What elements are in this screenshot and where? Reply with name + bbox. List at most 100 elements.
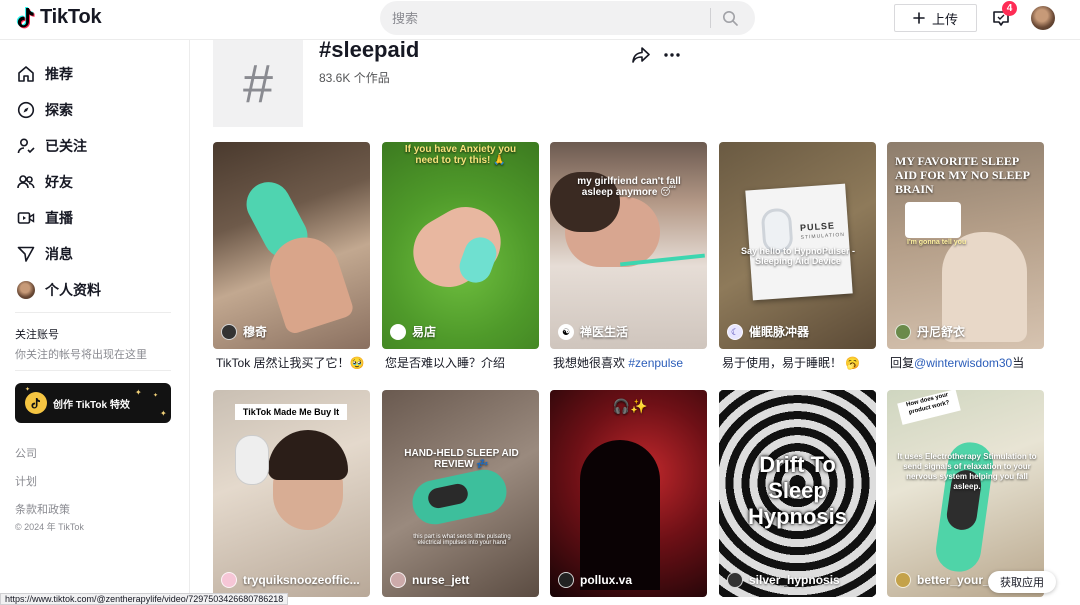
search-bar [380,1,755,35]
sidebar-item-friends[interactable]: 好友 [17,172,73,192]
hashtag-video-count: 83.6K 个作品 [319,71,390,85]
video-card[interactable]: my girlfriend can't fall asleep anymore … [550,142,707,349]
video-caption[interactable]: 易于使用，易于睡眠！ 🥱 [722,354,879,371]
user-avatar[interactable] [1031,6,1055,30]
more-options-button[interactable] [663,46,681,69]
video-thumbnail [382,390,539,597]
author-name: 丹尼舒衣 [917,325,966,339]
upload-label: 上传 [931,11,958,27]
video-caption[interactable]: 回复@winterwisdom30当 [890,354,1047,371]
sidebar-item-profile[interactable]: 个人资料 [17,280,101,300]
tiktok-logo-icon [16,6,35,28]
create-effects-button[interactable]: 创作 TikTok 特效 ✦ ✦ ✦ ✦ [15,383,171,423]
footer-link-company[interactable]: 公司 [15,445,37,461]
get-app-button[interactable]: 获取应用 [988,571,1056,593]
video-card[interactable]: How does your product work? It uses Elec… [887,390,1044,597]
video-author[interactable]: 易店 [390,323,436,340]
video-thumbnail [213,142,370,349]
sidebar-item-home[interactable]: 推荐 [17,64,73,84]
video-author[interactable]: tryquiksnoozeoffic... [221,572,360,588]
mention-link[interactable]: @winterwisdom30 [914,356,1012,370]
video-overlay-text: If you have Anxiety you need to try this… [404,144,517,166]
sidebar-item-label: 直播 [45,210,73,226]
status-bar-url: https://www.tiktok.com/@zentherapylife/v… [0,593,289,605]
video-card[interactable]: PULSE STIMULATION Say hello to HypnoPuls… [719,142,876,349]
video-overlay-text: my girlfriend can't fall asleep anymore … [577,176,681,198]
video-author[interactable]: ☯ 禅医生活 [558,323,628,340]
sidebar-item-live[interactable]: 直播 [17,208,73,228]
video-card[interactable]: MY FAVORITE SLEEP AID FOR MY NO SLEEP BR… [887,142,1044,349]
home-icon [18,66,34,82]
video-thumbnail [382,142,539,349]
video-thumbnail [213,390,370,597]
video-author[interactable]: ☾ 催眠脉冲器 [727,323,809,340]
friends-icon [17,175,35,189]
sidebar-divider [15,312,171,313]
sidebar-item-label: 个人资料 [45,282,101,298]
author-avatar [221,323,237,340]
sidebar-item-messages[interactable]: 消息 [17,244,73,264]
caption-text: 回复 [890,356,915,370]
inbox-button[interactable]: 4 [991,1,1017,30]
video-author[interactable]: nurse_jett [390,572,469,588]
video-author[interactable]: silver_hypnosis [727,572,840,588]
sidebar-item-label: 已关注 [45,138,87,154]
video-author[interactable]: 穆奇 [221,323,267,340]
hashtag-link[interactable]: #zenpulse [628,356,683,370]
box-brand: PULSE [799,220,836,233]
sparkle-icon: ✦ [153,393,159,399]
box-subtitle: STIMULATION [800,231,846,241]
search-input[interactable] [380,1,710,35]
video-overlay-text: It uses Electrotherapy Stimulation to se… [897,452,1037,491]
sidebar-item-explore[interactable]: 探索 [17,100,73,120]
follow-section-subtitle: 你关注的帐号将出现在这里 [15,349,147,361]
upload-button[interactable]: 上传 [894,4,977,32]
sparkle-icon: ✦ [25,387,31,393]
compass-icon [17,101,35,119]
caption-text: 当 [1012,356,1025,370]
video-card[interactable]: If you have Anxiety you need to try this… [382,142,539,349]
video-caption[interactable]: 我想她很喜欢 #zenpulse [553,354,710,371]
video-overlay-subtext: I'm gonna tell you [907,239,967,246]
author-avatar [895,323,911,340]
follow-section-title: 关注账号 [15,329,59,341]
footer-link-terms[interactable]: 条款和政策 [15,501,70,517]
video-overlay-text: Drift To Sleep Hypnosis [747,452,848,529]
hashtag-page: # #sleepaid 83.6K 个作品 穆奇 TikTok 居然让我买了它！… [190,37,1080,605]
share-button[interactable] [631,46,651,69]
video-caption[interactable]: TikTok 居然让我买了它！🥹 [216,354,373,371]
video-author[interactable]: better_your_l [895,572,993,588]
video-author[interactable]: 丹尼舒衣 [895,323,965,340]
footer-link-program[interactable]: 计划 [15,473,37,489]
sidebar: 推荐 探索 已关注 好友 直播 消息 个人资料 关注账号 你关注的帐号将出现在这… [0,40,190,605]
following-icon [17,138,35,154]
author-name: tryquiksnoozeoffic... [243,573,360,587]
sidebar-item-label: 消息 [45,246,73,262]
video-overlay-text: HAND-HELD SLEEP AID REVIEW 💤 [404,448,519,470]
inbox-badge: 4 [1002,1,1017,16]
author-avatar [390,572,406,588]
sidebar-item-label: 推荐 [45,66,73,82]
tiktok-logo[interactable]: TikTok [16,6,102,29]
sidebar-item-following[interactable]: 已关注 [17,136,87,156]
video-card[interactable]: 🎧✨ pollux.va [550,390,707,597]
video-card[interactable]: Drift To Sleep Hypnosis silver_hypnosis [719,390,876,597]
video-card[interactable]: 穆奇 [213,142,370,349]
yin-yang-icon: ☯ [558,323,574,340]
sidebar-item-label: 探索 [45,102,73,118]
hashtag-cover: # [213,40,303,127]
video-overlay-text: TikTok Made Me Buy It [235,404,347,420]
video-caption[interactable]: 您是否难以入睡？介绍 [385,354,542,371]
video-thumbnail [550,390,707,597]
top-header: TikTok 上传 4 [0,0,1080,40]
video-card[interactable]: TikTok Made Me Buy It tryquiksnoozeoffic… [213,390,370,597]
video-thumbnail [550,142,707,349]
author-avatar [895,572,911,588]
author-name: 催眠脉冲器 [749,325,810,339]
author-name: better_your_l [917,573,994,587]
sparkle-icon: ✦ [160,409,167,418]
search-button[interactable] [711,1,749,35]
author-name: pollux.va [580,573,633,587]
video-author[interactable]: pollux.va [558,572,632,588]
video-card[interactable]: HAND-HELD SLEEP AID REVIEW 💤 this part i… [382,390,539,597]
